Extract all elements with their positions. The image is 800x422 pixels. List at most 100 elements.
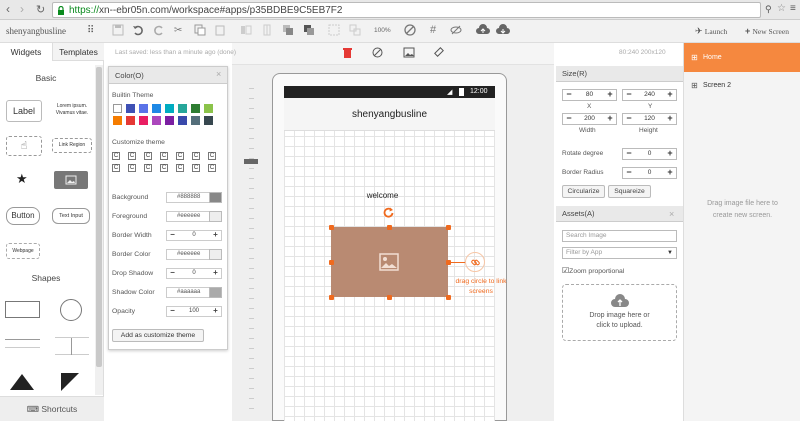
custom-theme-slot[interactable]: C	[144, 164, 152, 172]
crop-icon[interactable]	[433, 46, 445, 58]
save-icon[interactable]	[112, 24, 126, 38]
color-input[interactable]: #eeeeee	[166, 211, 222, 222]
border-radius-value[interactable]: 0	[648, 169, 652, 176]
theme-swatch[interactable]	[178, 104, 187, 113]
rotate-stepper[interactable]: − 0 +	[622, 148, 677, 160]
theme-swatch[interactable]	[178, 116, 187, 125]
circularize-button[interactable]: Circularize	[562, 185, 605, 198]
squareize-button[interactable]: Squareize	[608, 185, 651, 198]
tab-widgets[interactable]: Widgets	[0, 43, 52, 61]
back-icon[interactable]: ‹	[6, 2, 10, 16]
new-screen-button[interactable]: + New Screen	[745, 26, 789, 38]
rotate-icon[interactable]	[383, 207, 394, 218]
plus-icon[interactable]: +	[665, 114, 675, 124]
paste-icon[interactable]	[214, 24, 228, 38]
app-name[interactable]: shenyangbusline	[6, 26, 66, 36]
custom-theme-slot[interactable]: C	[192, 164, 200, 172]
resize-handle-t[interactable]	[387, 225, 392, 230]
corner-triangle-shape[interactable]	[61, 373, 79, 391]
plus-icon[interactable]: +	[665, 149, 675, 159]
label-widget[interactable]: Label	[6, 100, 42, 122]
theme-swatch[interactable]	[152, 104, 161, 113]
minus-icon[interactable]: −	[168, 269, 177, 278]
plus-icon[interactable]: +	[211, 307, 220, 316]
circle-shape[interactable]	[60, 299, 82, 321]
image-drop-zone[interactable]: Drop image here or click to upload.	[562, 284, 677, 341]
ruler-marker[interactable]	[244, 159, 258, 164]
forward-icon[interactable]: ›	[20, 2, 24, 16]
close-icon[interactable]: ×	[669, 206, 674, 222]
theme-swatch[interactable]	[113, 104, 122, 113]
minus-icon[interactable]: −	[564, 114, 574, 124]
y-stepper[interactable]: − 240 +	[622, 89, 677, 101]
custom-theme-slot[interactable]: C	[208, 164, 216, 172]
height-value[interactable]: 120	[644, 115, 655, 122]
theme-swatch[interactable]	[191, 104, 200, 113]
custom-theme-slot[interactable]: C	[128, 164, 136, 172]
horizontal-line-shape-2[interactable]	[5, 347, 40, 348]
plus-icon[interactable]: +	[605, 114, 615, 124]
theme-swatch[interactable]	[191, 116, 200, 125]
align-center-icon[interactable]	[261, 24, 275, 38]
no-snap-icon[interactable]	[404, 24, 418, 38]
custom-theme-slot[interactable]: C	[208, 152, 216, 160]
theme-swatch[interactable]	[126, 104, 135, 113]
bookmark-star-icon[interactable]: ☆	[777, 3, 786, 14]
theme-swatch[interactable]	[152, 116, 161, 125]
resize-handle-bl[interactable]	[329, 295, 334, 300]
x-stepper[interactable]: − 80 +	[562, 89, 617, 101]
launch-button[interactable]: ✈ Launch	[695, 26, 727, 38]
plus-icon[interactable]: +	[665, 168, 675, 178]
width-stepper[interactable]: − 200 +	[562, 113, 617, 125]
color-swatch[interactable]	[209, 211, 222, 222]
phone-title[interactable]: shenyangbusline	[284, 98, 495, 131]
screen-item-screen-2[interactable]: ⊞ Screen 2	[684, 73, 800, 99]
search-image-input[interactable]: Search Image	[562, 230, 677, 242]
resize-handle-tr[interactable]	[446, 225, 451, 230]
minus-icon[interactable]: −	[168, 231, 177, 240]
widgets-scrollbar[interactable]	[95, 65, 103, 395]
horizontal-line-shape[interactable]	[5, 339, 40, 340]
expand-icon[interactable]: ⊞	[691, 81, 698, 90]
zoom-level[interactable]: 100%	[374, 27, 391, 34]
width-value[interactable]: 200	[584, 115, 595, 122]
redo-icon[interactable]	[153, 24, 167, 38]
color-input[interactable]: #888888	[166, 192, 222, 203]
theme-swatch[interactable]	[204, 104, 213, 113]
theme-swatch[interactable]	[165, 116, 174, 125]
undo-icon[interactable]	[132, 24, 146, 38]
stepper-value[interactable]: 100	[189, 308, 199, 314]
group-icon[interactable]	[328, 24, 342, 38]
custom-theme-slot[interactable]: C	[176, 164, 184, 172]
tab-templates[interactable]: Templates	[52, 43, 104, 61]
hotspot-widget[interactable]: ☝	[6, 136, 42, 156]
text-input-widget[interactable]: Text Input	[52, 208, 90, 224]
color-swatch[interactable]	[209, 249, 222, 260]
theme-swatch[interactable]	[204, 116, 213, 125]
plus-icon[interactable]: +	[211, 269, 220, 278]
screen-item-home[interactable]: ⊞ Home	[684, 43, 800, 72]
minus-icon[interactable]: −	[624, 114, 634, 124]
color-input[interactable]: #aaaaaa	[166, 287, 222, 298]
no-snap-icon-2[interactable]	[372, 47, 383, 58]
delete-icon[interactable]	[342, 47, 353, 58]
custom-theme-slot[interactable]: C	[112, 152, 120, 160]
color-swatch[interactable]	[209, 192, 222, 203]
plus-icon[interactable]: +	[605, 90, 615, 100]
resize-handle-l[interactable]	[329, 260, 334, 265]
custom-theme-slot[interactable]: C	[176, 152, 184, 160]
custom-theme-slot[interactable]: C	[160, 164, 168, 172]
link-circle[interactable]	[465, 252, 485, 272]
bring-front-icon[interactable]	[282, 24, 296, 38]
color-input[interactable]: #eeeeee	[166, 249, 222, 260]
selected-image[interactable]	[331, 227, 448, 297]
custom-theme-slot[interactable]: C	[160, 152, 168, 160]
plus-icon[interactable]: +	[211, 231, 220, 240]
rotate-value[interactable]: 0	[648, 150, 652, 157]
image-widget[interactable]	[54, 171, 88, 189]
button-widget[interactable]: Button	[6, 207, 40, 225]
align-left-icon[interactable]	[240, 24, 254, 38]
replace-image-icon[interactable]	[403, 47, 415, 58]
split-shape[interactable]	[55, 337, 89, 355]
minus-icon[interactable]: −	[624, 90, 634, 100]
